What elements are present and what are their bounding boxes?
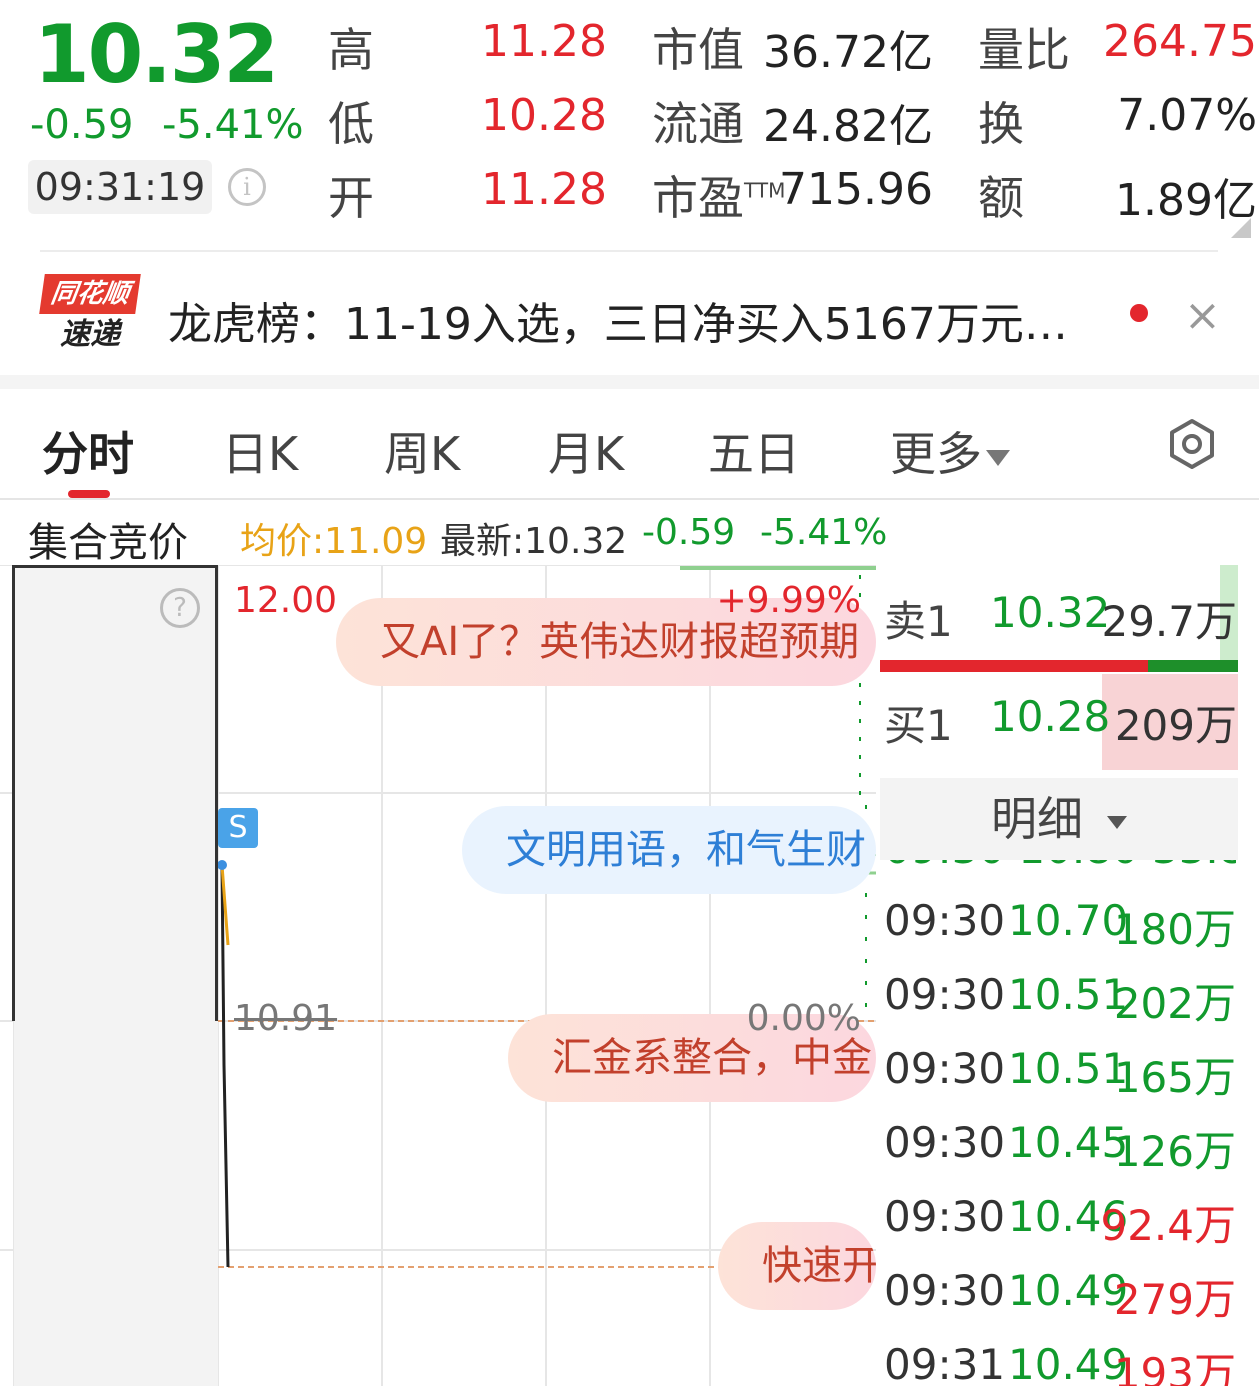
bid1-price: 10.28 — [990, 692, 1111, 741]
auction-area-lower — [14, 1021, 218, 1386]
tick-price: 10.49 — [1008, 1266, 1129, 1315]
tick-row: 09:30 10.51 165万 — [884, 1044, 1236, 1102]
price-point — [217, 860, 227, 870]
chart-change: -0.59 — [642, 512, 736, 553]
price-change: -0.59 — [30, 102, 134, 148]
tick-time: 09:30 — [884, 1192, 1006, 1241]
mcap-label: 市值 — [652, 23, 744, 77]
quote-time: 09:31:19 — [28, 160, 212, 214]
pe-value: 715.96 — [779, 164, 933, 215]
expand-corner-icon[interactable] — [1231, 218, 1251, 238]
header-divider — [40, 250, 1218, 252]
section-gap — [0, 375, 1259, 389]
turnover-label: 换 — [978, 97, 1024, 151]
auction-panel — [12, 565, 218, 1021]
tab-monthly-k[interactable]: 月K — [548, 418, 624, 484]
tick-time: 09:30 — [884, 1118, 1006, 1167]
ask1-volume: 29.7万 — [1101, 597, 1237, 646]
chart-change-pct: -5.41% — [760, 512, 888, 553]
tick-volume: 126万 — [1113, 1127, 1236, 1176]
auction-label: 集合竞价 — [28, 520, 188, 566]
bid1-label: 买1 — [884, 701, 953, 750]
tabs-divider — [0, 498, 1259, 500]
price-change-pct: -5.41% — [162, 102, 304, 148]
tick-row: 09:30 10.49 279万 — [884, 1266, 1236, 1324]
tick-volume: 165万 — [1113, 1053, 1236, 1102]
tab-five-day[interactable]: 五日 — [708, 418, 800, 484]
tick-row: 09:30 10.70 180万 — [884, 896, 1236, 954]
low-value: 10.28 — [481, 90, 607, 141]
tab-more[interactable]: 更多 — [890, 418, 1010, 484]
tick-price: 10.49 — [1008, 1340, 1129, 1386]
last-price: 10.32 — [34, 8, 279, 101]
tab-weekly-k[interactable]: 周K — [384, 418, 460, 484]
tick-price: 10.70 — [1008, 896, 1129, 945]
y-axis-mid: 10.91 — [234, 998, 338, 1039]
tick-time: 09:30 — [884, 1044, 1006, 1093]
high-label: 高 — [328, 23, 374, 77]
tick-time: 09:31 — [884, 1340, 1006, 1386]
signal-s-marker[interactable]: S — [218, 808, 258, 848]
tick-time: 09:30 — [884, 1266, 1006, 1315]
help-icon[interactable]: ? — [160, 588, 200, 628]
bid1-volume: 209万 — [1114, 701, 1237, 750]
float-label: 流通 — [652, 97, 744, 151]
ask1-price: 10.32 — [990, 588, 1111, 637]
tick-price: 10.45 — [1008, 1118, 1129, 1167]
tick-volume: 279万 — [1113, 1275, 1236, 1324]
tick-row: 09:30 10.51 202万 — [884, 970, 1236, 1028]
close-icon[interactable]: × — [1184, 290, 1221, 341]
tick-volume: 202万 — [1113, 979, 1236, 1028]
news-bubble[interactable]: 快速开 — [718, 1222, 876, 1310]
active-tab-indicator — [68, 490, 110, 498]
tick-volume: 180万 — [1113, 905, 1236, 954]
tick-volume: 193万 — [1113, 1349, 1236, 1386]
turnover-value: 7.07% — [1117, 90, 1257, 141]
chevron-down-icon — [986, 449, 1010, 466]
tick-volume: 92.4万 — [1100, 1201, 1236, 1250]
float-value: 24.82亿 — [763, 101, 933, 152]
pct-axis-top: +9.99% — [716, 580, 861, 621]
chevron-down-icon — [1107, 816, 1127, 829]
pct-axis-mid: 0.00% — [746, 998, 861, 1039]
tick-row: 09:30 10.46 92.4万 — [884, 1192, 1236, 1250]
detail-dropdown-button[interactable]: 明细 — [880, 778, 1238, 860]
ths-express-logo: 同花顺 速递 — [39, 274, 141, 354]
open-value: 11.28 — [481, 164, 607, 215]
tick-row: 09:30 10.45 126万 — [884, 1118, 1236, 1176]
tick-price: 10.51 — [1008, 970, 1129, 1019]
vol-ratio-label: 量比 — [978, 23, 1070, 77]
high-value: 11.28 — [481, 16, 607, 67]
tick-price: 10.51 — [1008, 1044, 1129, 1093]
settings-gear-icon[interactable] — [1166, 418, 1218, 470]
amount-label: 额 — [978, 171, 1024, 225]
buy-sell-ratio-bar-green — [1148, 660, 1238, 672]
pe-label: 市盈TTM — [652, 171, 786, 225]
news-ticker-text[interactable]: 龙虎榜：11-19入选，三日净买入5167万元… — [168, 288, 1068, 352]
info-icon[interactable]: i — [228, 168, 266, 206]
low-label: 低 — [328, 97, 374, 151]
tab-intraday[interactable]: 分时 — [42, 418, 134, 484]
vol-ratio-value: 264.75 — [1103, 16, 1257, 67]
avg-price: 均价:11.09 — [240, 521, 428, 562]
latest-price: 最新:10.32 — [440, 521, 628, 562]
tab-daily-k[interactable]: 日K — [222, 418, 298, 484]
ask1-label: 卖1 — [884, 597, 953, 646]
news-bubble[interactable]: 文明用语，和气生财 — [462, 806, 876, 894]
y-axis-top: 12.00 — [234, 580, 338, 621]
tick-time: 09:30 — [884, 970, 1006, 1019]
tick-row: 09:31 10.49 193万 — [884, 1340, 1236, 1386]
open-label: 开 — [328, 171, 374, 225]
tick-time: 09:30 — [884, 896, 1006, 945]
unread-dot — [1130, 304, 1148, 322]
mcap-value: 36.72亿 — [763, 27, 933, 78]
